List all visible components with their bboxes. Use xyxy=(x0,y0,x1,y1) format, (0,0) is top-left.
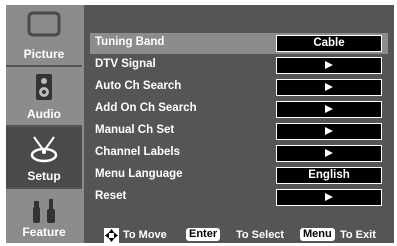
row-label: Reset xyxy=(95,190,127,202)
menu-row-tuning-band[interactable]: Tuning Band Cable xyxy=(90,33,388,54)
row-label: Auto Ch Search xyxy=(95,80,182,92)
sidebar-item-picture[interactable]: Picture xyxy=(6,5,82,65)
menu-row-auto-ch-search[interactable]: Auto Ch Search xyxy=(90,77,388,98)
menu-row-add-on-ch-search[interactable]: Add On Ch Search xyxy=(90,99,388,120)
exit-hint: To Exit xyxy=(340,229,376,241)
tv-menu-screen: Picture Audio Setup Feature Tuning Band … xyxy=(6,5,394,243)
sidebar-item-label: Picture xyxy=(23,47,65,61)
footer-hints: To Move Enter To Select Menu To Exit xyxy=(90,228,390,243)
menu-key: Menu xyxy=(300,228,335,241)
menu-row-reset[interactable]: Reset xyxy=(90,187,388,208)
menu-row-manual-ch-set[interactable]: Manual Ch Set xyxy=(90,121,388,142)
sidebar-item-label: Audio xyxy=(27,107,61,121)
menu-row-channel-labels[interactable]: Channel Labels xyxy=(90,143,388,164)
sidebar-item-audio[interactable]: Audio xyxy=(6,67,82,125)
row-label: Tuning Band xyxy=(95,36,165,48)
row-label: DTV Signal xyxy=(95,58,156,70)
arrow-right-icon xyxy=(325,61,333,69)
manual-ch-set-submenu-button[interactable] xyxy=(276,123,382,140)
arrow-right-icon xyxy=(325,149,333,157)
arrow-right-icon xyxy=(325,105,333,113)
sidebar: Picture Audio Setup Feature xyxy=(6,5,82,243)
move-hint: To Move xyxy=(123,229,167,241)
menu-language-value[interactable]: English xyxy=(276,167,382,184)
sidebar-item-setup[interactable]: Setup xyxy=(6,127,82,187)
arrow-right-icon xyxy=(325,83,333,91)
sidebar-item-label: Feature xyxy=(22,225,66,239)
tools-icon xyxy=(33,199,55,223)
dtv-signal-submenu-button[interactable] xyxy=(276,57,382,74)
sidebar-item-label: Setup xyxy=(27,169,61,183)
menu-row-dtv-signal[interactable]: DTV Signal xyxy=(90,55,388,76)
row-label: Manual Ch Set xyxy=(95,124,175,136)
arrow-right-icon xyxy=(325,127,333,135)
select-hint: To Select xyxy=(236,229,285,241)
satellite-dish-icon xyxy=(30,136,58,163)
row-label: Add On Ch Search xyxy=(95,102,197,114)
dpad-icon xyxy=(104,228,119,243)
monitor-icon xyxy=(27,11,61,37)
arrow-right-icon xyxy=(325,193,333,201)
reset-submenu-button[interactable] xyxy=(276,189,382,206)
tuning-band-value[interactable]: Cable xyxy=(276,35,382,52)
row-label: Channel Labels xyxy=(95,146,180,158)
row-label: Menu Language xyxy=(95,168,183,180)
add-on-ch-search-submenu-button[interactable] xyxy=(276,101,382,118)
auto-ch-search-submenu-button[interactable] xyxy=(276,79,382,96)
channel-labels-submenu-button[interactable] xyxy=(276,145,382,162)
sidebar-divider xyxy=(82,5,84,243)
enter-key: Enter xyxy=(186,228,221,241)
menu-row-menu-language[interactable]: Menu Language English xyxy=(90,165,388,186)
speaker-icon xyxy=(36,74,52,100)
sidebar-item-feature[interactable]: Feature xyxy=(6,189,82,243)
